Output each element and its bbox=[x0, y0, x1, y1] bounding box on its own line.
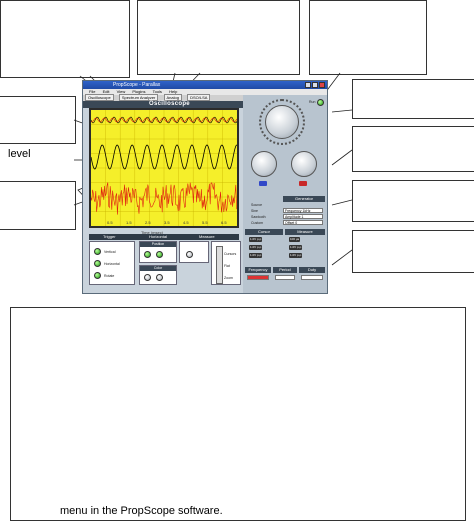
cursor-option-cursors: Cursors bbox=[224, 252, 237, 256]
stat-frequency: Frequency bbox=[245, 267, 271, 273]
scope-title: Oscilloscope bbox=[149, 101, 190, 107]
tab-spectrum[interactable]: Spectrum Analyzer bbox=[118, 94, 159, 101]
readout-2: 1.0V p-p bbox=[249, 245, 263, 250]
minimize-button[interactable] bbox=[305, 82, 311, 88]
horizontal-led[interactable] bbox=[94, 260, 101, 267]
maximize-button[interactable] bbox=[312, 82, 318, 88]
x-tick-label: 6.5 bbox=[221, 220, 227, 225]
gen-amplitude-field[interactable]: Amplitude 1 bbox=[283, 214, 323, 219]
run-label: Run bbox=[309, 100, 316, 104]
tab-horizontal[interactable]: Horizontal bbox=[149, 234, 167, 240]
run-led[interactable] bbox=[317, 99, 324, 106]
color-led-1[interactable] bbox=[144, 274, 151, 281]
right-control-panel: Run Generator Source Sine Sawtooth Custo… bbox=[243, 95, 327, 293]
stat-field-2 bbox=[275, 275, 295, 280]
horizontal-option-label: Horizontal bbox=[104, 262, 120, 266]
readout-5: 1.0V p-p bbox=[289, 245, 303, 250]
tab-trigger[interactable]: Trigger bbox=[103, 234, 116, 240]
vertical-led[interactable] bbox=[94, 248, 101, 255]
cursor-panel: Cursors Flat Zoom bbox=[211, 241, 241, 285]
cursor-slider[interactable] bbox=[216, 246, 223, 284]
timebase-knob[interactable] bbox=[265, 105, 299, 139]
gen-frequency-field[interactable]: Frequency 1kHz bbox=[283, 208, 323, 213]
readout-4: 100 µs bbox=[289, 237, 301, 242]
gen-offset-field[interactable]: Offset 0 bbox=[283, 220, 323, 225]
cursor-option-zoom: Zoom bbox=[224, 276, 233, 280]
propscope-window: PropScope - Parallax File Edit View Plug… bbox=[82, 80, 328, 294]
readout-1: 1.0V p-p bbox=[249, 237, 263, 242]
gen-custom-label: Custom bbox=[251, 221, 264, 225]
gen-saw-label: Sawtooth bbox=[251, 215, 266, 219]
aux-led[interactable] bbox=[186, 251, 193, 258]
x-tick-label: 0.5 bbox=[107, 220, 113, 225]
gen-source-label: Source bbox=[251, 203, 263, 207]
trigger-panel: Vertical Horizontal Rotate bbox=[89, 241, 135, 285]
channel-a-knob[interactable] bbox=[251, 151, 277, 177]
tab-analog[interactable]: Analog bbox=[163, 94, 182, 101]
cursor-header: Cursor bbox=[245, 229, 283, 235]
plot-svg: 0.5 1.5 2.5 3.5 4.5 5.5 6.5 bbox=[91, 110, 237, 226]
generator-header: Generator bbox=[283, 196, 325, 202]
title-bar: PropScope - Parallax bbox=[83, 81, 327, 89]
position-led-2[interactable] bbox=[156, 251, 163, 258]
measure-header: Measure bbox=[285, 229, 325, 235]
position-header: Position bbox=[140, 242, 176, 247]
readout-3: 1.0V p-p bbox=[249, 253, 263, 258]
stat-field-1 bbox=[247, 275, 269, 280]
bottom-tab-bar: Trigger Horizontal Measure bbox=[89, 234, 239, 240]
tab-oscilloscope[interactable]: Oscilloscope bbox=[85, 94, 114, 101]
rotate-led[interactable] bbox=[94, 272, 101, 279]
channel-a-badge[interactable] bbox=[259, 181, 267, 186]
color-header: Color bbox=[140, 266, 176, 271]
color-panel: Color bbox=[139, 265, 177, 285]
cursor-option-flat: Flat bbox=[224, 264, 230, 268]
window-title: PropScope - Parallax bbox=[113, 82, 161, 88]
x-tick-label: 2.5 bbox=[145, 220, 151, 225]
stat-duty: Duty bbox=[299, 267, 325, 273]
position-panel: Position bbox=[139, 241, 177, 263]
readout-6: 1.0V p-p bbox=[289, 253, 303, 258]
vertical-option-label: Vertical bbox=[104, 250, 116, 254]
x-tick-label: 5.5 bbox=[202, 220, 208, 225]
x-tick-label: 3.5 bbox=[164, 220, 170, 225]
tab-dso[interactable]: DSO/LSA bbox=[187, 94, 211, 101]
channel-b-badge[interactable] bbox=[299, 181, 307, 186]
color-led-2[interactable] bbox=[156, 274, 163, 281]
gen-sine-label: Sine bbox=[251, 209, 259, 213]
tab-measure[interactable]: Measure bbox=[199, 234, 215, 240]
channel-b-knob[interactable] bbox=[291, 151, 317, 177]
x-tick-label: 1.5 bbox=[126, 220, 132, 225]
stat-field-3 bbox=[301, 275, 323, 280]
close-button[interactable] bbox=[319, 82, 325, 88]
oscilloscope-plot[interactable]: 0.5 1.5 2.5 3.5 4.5 5.5 6.5 bbox=[89, 108, 239, 228]
rotate-option-label: Rotate bbox=[104, 274, 115, 278]
x-tick-label: 4.5 bbox=[183, 220, 189, 225]
aux-panel bbox=[179, 241, 209, 263]
stat-period: Period bbox=[273, 267, 297, 273]
position-led-1[interactable] bbox=[144, 251, 151, 258]
